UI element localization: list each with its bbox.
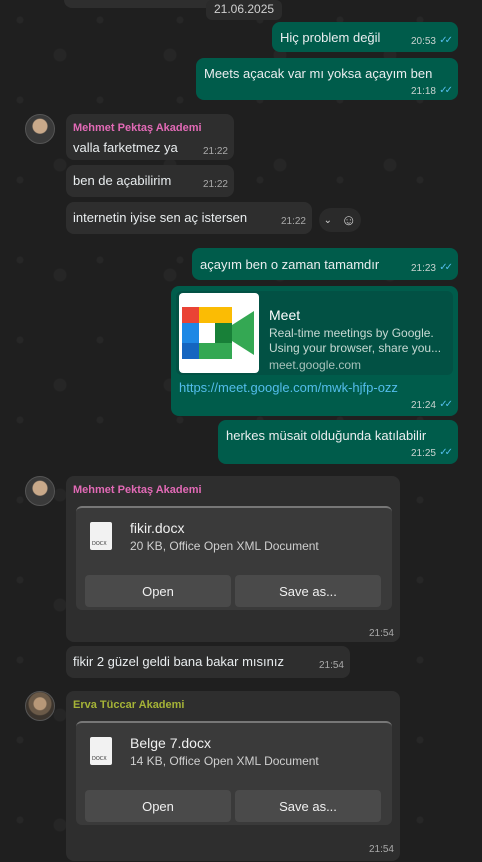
docx-file-icon bbox=[90, 737, 112, 765]
outgoing-message[interactable]: Meets açacak var mı yoksa açayım ben 21:… bbox=[196, 58, 458, 100]
message-text: valla farketmez ya bbox=[73, 140, 178, 155]
message-text: herkes müsait olduğunda katılabilir bbox=[226, 428, 427, 443]
double-check-icon: ✓✓ bbox=[439, 447, 453, 458]
save-as-button[interactable]: Save as... bbox=[235, 575, 381, 607]
message-time: 20:53 bbox=[410, 36, 436, 47]
message-text: Hiç problem değil bbox=[280, 30, 381, 45]
file-attachment-card[interactable]: Belge 7.docx 14 KB, Office Open XML Docu… bbox=[76, 721, 392, 825]
outgoing-message[interactable]: herkes müsait olduğunda katılabilir 21:2… bbox=[218, 420, 458, 464]
message-time: 21:25 bbox=[410, 448, 436, 459]
file-attachment-card[interactable]: fikir.docx 20 KB, Office Open XML Docume… bbox=[76, 506, 392, 610]
message-actions[interactable]: ⌄ ☺ bbox=[319, 208, 361, 232]
link-description: Real-time meetings by Google. Using your… bbox=[269, 326, 442, 355]
double-check-icon: ✓✓ bbox=[439, 35, 453, 46]
message-text: açayım ben o zaman tamamdır bbox=[200, 257, 380, 272]
sender-name[interactable]: Mehmet Pektaş Akademi bbox=[73, 484, 202, 496]
message-time: 21:24 bbox=[410, 400, 436, 411]
message-time: 21:54 bbox=[318, 660, 344, 671]
link-preview-card[interactable]: Meet Real-time meetings by Google. Using… bbox=[176, 291, 453, 375]
file-name: Belge 7.docx bbox=[130, 735, 211, 751]
file-meta: 14 KB, Office Open XML Document bbox=[130, 754, 319, 768]
outgoing-link-message[interactable]: Meet Real-time meetings by Google. Using… bbox=[171, 286, 458, 416]
incoming-message[interactable]: Mehmet Pektaş Akademi valla farketmez ya… bbox=[66, 114, 234, 160]
link-title: Meet bbox=[269, 307, 301, 323]
incoming-file-message[interactable]: Mehmet Pektaş Akademi fikir.docx 20 KB, … bbox=[66, 476, 400, 642]
link-url[interactable]: https://meet.google.com/mwk-hjfp-ozz bbox=[179, 380, 398, 395]
message-time: 21:54 bbox=[368, 844, 394, 855]
double-check-icon: ✓✓ bbox=[439, 399, 453, 410]
outgoing-message[interactable]: Hiç problem değil 20:53 ✓✓ bbox=[272, 22, 458, 52]
outgoing-message[interactable]: açayım ben o zaman tamamdır 21:23 ✓✓ bbox=[192, 248, 458, 280]
message-text: ben de açabilirim bbox=[73, 173, 172, 188]
message-time: 21:22 bbox=[280, 216, 306, 227]
open-file-button[interactable]: Open bbox=[85, 790, 231, 822]
previous-message-partial bbox=[64, 0, 224, 8]
message-text: Meets açacak var mı yoksa açayım ben bbox=[204, 66, 433, 81]
avatar[interactable] bbox=[25, 114, 55, 144]
google-meet-logo bbox=[179, 293, 259, 373]
incoming-message[interactable]: ben de açabilirim 21:22 bbox=[66, 165, 234, 197]
double-check-icon: ✓✓ bbox=[439, 85, 453, 96]
chevron-down-icon[interactable]: ⌄ bbox=[324, 215, 332, 226]
emoji-icon[interactable]: ☺ bbox=[341, 212, 356, 229]
message-time: 21:22 bbox=[202, 146, 228, 157]
message-text: fikir 2 güzel geldi bana bakar mısınız bbox=[73, 654, 284, 669]
open-file-button[interactable]: Open bbox=[85, 575, 231, 607]
file-name: fikir.docx bbox=[130, 520, 185, 536]
incoming-message[interactable]: internetin iyise sen aç istersen 21:22 bbox=[66, 202, 312, 234]
save-as-button[interactable]: Save as... bbox=[235, 790, 381, 822]
double-check-icon: ✓✓ bbox=[439, 262, 453, 273]
message-text: internetin iyise sen aç istersen bbox=[73, 210, 248, 225]
message-time: 21:22 bbox=[202, 179, 228, 190]
file-meta: 20 KB, Office Open XML Document bbox=[130, 539, 319, 553]
avatar[interactable] bbox=[25, 476, 55, 506]
message-time: 21:54 bbox=[368, 628, 394, 639]
incoming-message[interactable]: fikir 2 güzel geldi bana bakar mısınız 2… bbox=[66, 646, 350, 678]
date-separator: 21.06.2025 bbox=[206, 0, 283, 20]
avatar[interactable] bbox=[25, 691, 55, 721]
docx-file-icon bbox=[90, 522, 112, 550]
incoming-file-message[interactable]: Erva Tüccar Akademi Belge 7.docx 14 KB, … bbox=[66, 691, 400, 861]
message-time: 21:23 bbox=[410, 263, 436, 274]
sender-name[interactable]: Mehmet Pektaş Akademi bbox=[73, 122, 202, 134]
message-time: 21:18 bbox=[410, 86, 436, 97]
sender-name[interactable]: Erva Tüccar Akademi bbox=[73, 699, 184, 711]
link-domain: meet.google.com bbox=[269, 358, 362, 372]
